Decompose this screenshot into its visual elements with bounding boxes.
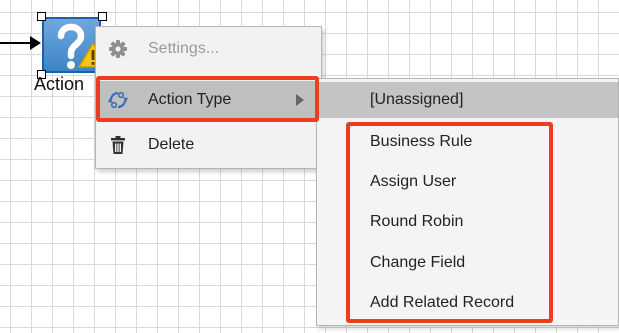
menu-item-settings[interactable]: Settings... xyxy=(96,30,321,68)
menu-item-delete[interactable]: Delete xyxy=(96,126,321,164)
highlight-box-action-type xyxy=(96,76,319,122)
resize-handle-top-right[interactable] xyxy=(98,12,107,21)
menu-item-label: Settings... xyxy=(148,40,220,57)
connector-line xyxy=(0,42,32,44)
trash-icon xyxy=(111,136,125,154)
action-node[interactable] xyxy=(42,17,108,73)
submenu-item-label: [Unassigned] xyxy=(370,91,464,108)
node-label: Action xyxy=(34,74,85,94)
highlight-box-action-options xyxy=(346,122,553,323)
gear-icon xyxy=(109,40,127,58)
resize-handle-top-left[interactable] xyxy=(37,12,46,21)
connector-arrowhead xyxy=(30,36,41,50)
submenu-item-unassigned[interactable]: [Unassigned] xyxy=(317,82,618,118)
menu-item-label: Delete xyxy=(148,136,195,153)
